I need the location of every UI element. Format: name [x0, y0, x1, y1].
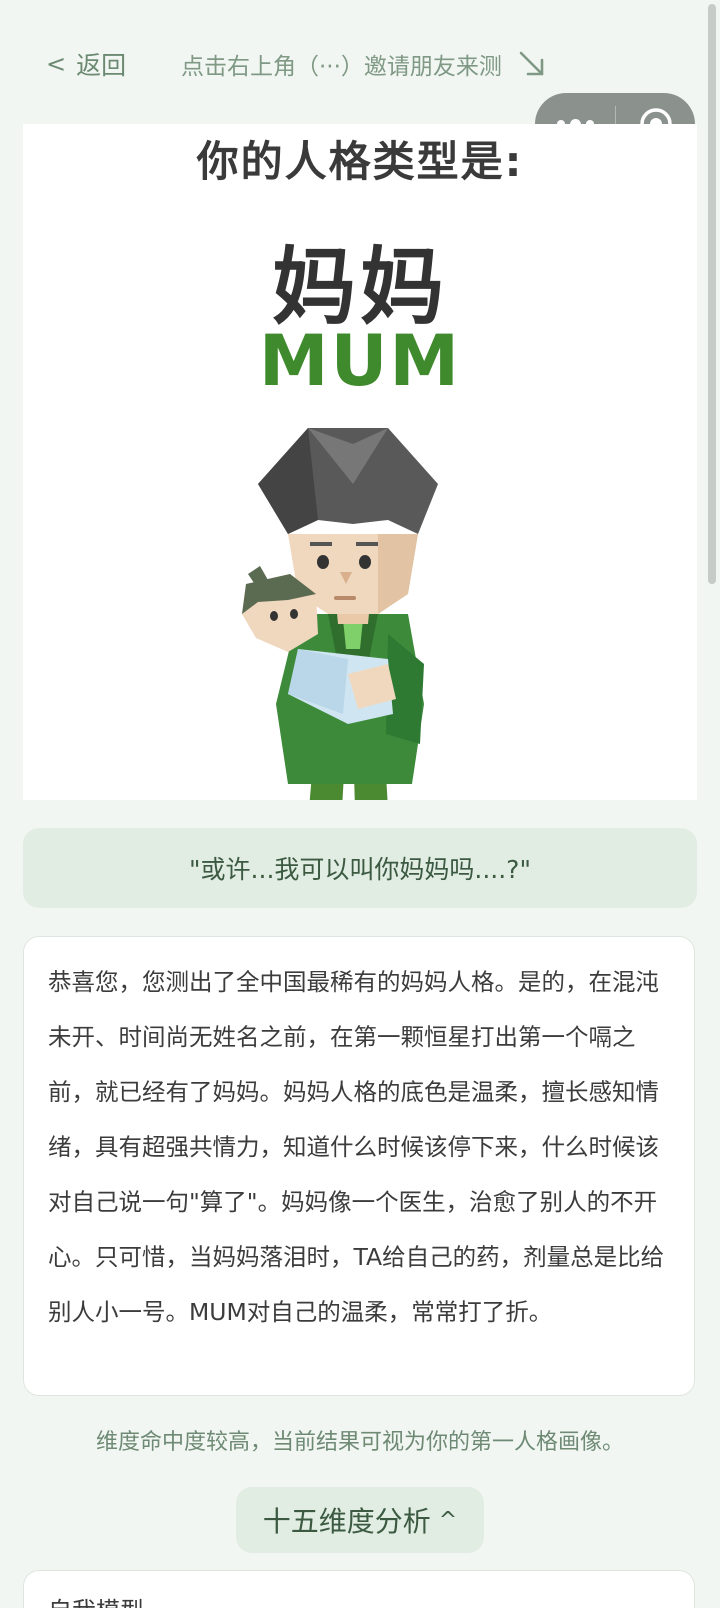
back-chevron-icon: <: [46, 50, 67, 78]
self-model-card: 自我模型: [23, 1570, 695, 1608]
toggle-label: 十五维度分析: [262, 1505, 431, 1538]
result-image-card: 你的人格类型是: 妈妈 MUM: [23, 124, 697, 800]
match-note: 维度命中度较高，当前结果可视为你的第一人格画像。: [95, 1430, 624, 1455]
self-model-title: 自我模型: [48, 1591, 670, 1608]
scrollbar[interactable]: [708, 4, 716, 584]
result-quote: "或许...我可以叫你妈妈吗....?": [23, 828, 697, 908]
share-hint: 点击右上角（···）邀请朋友来测: [181, 44, 548, 84]
result-page: < 返回 点击右上角（···）邀请朋友来测 你的人格类型是: 妈妈 MUM "或…: [0, 0, 720, 1608]
caret-up-icon: ^: [438, 1507, 458, 1533]
dimension-analysis-toggle[interactable]: 十五维度分析 ^: [236, 1487, 484, 1553]
arrow-down-right-icon: [519, 51, 544, 76]
share-hint-text: 点击右上角（···）邀请朋友来测: [181, 54, 502, 80]
description-text: 恭喜您，您测出了全中国最稀有的妈妈人格。是的，在混沌未开、时间尚无姓名之前，在第…: [48, 968, 665, 1326]
back-button[interactable]: < 返回: [46, 44, 126, 84]
description-card: 恭喜您，您测出了全中国最稀有的妈妈人格。是的，在混沌未开、时间尚无姓名之前，在第…: [23, 936, 695, 1396]
result-type-english: MUM: [258, 320, 462, 402]
back-label: 返回: [76, 51, 127, 80]
result-heading: 你的人格类型是:: [196, 137, 524, 186]
mum-holding-baby-illustration: [242, 428, 438, 800]
